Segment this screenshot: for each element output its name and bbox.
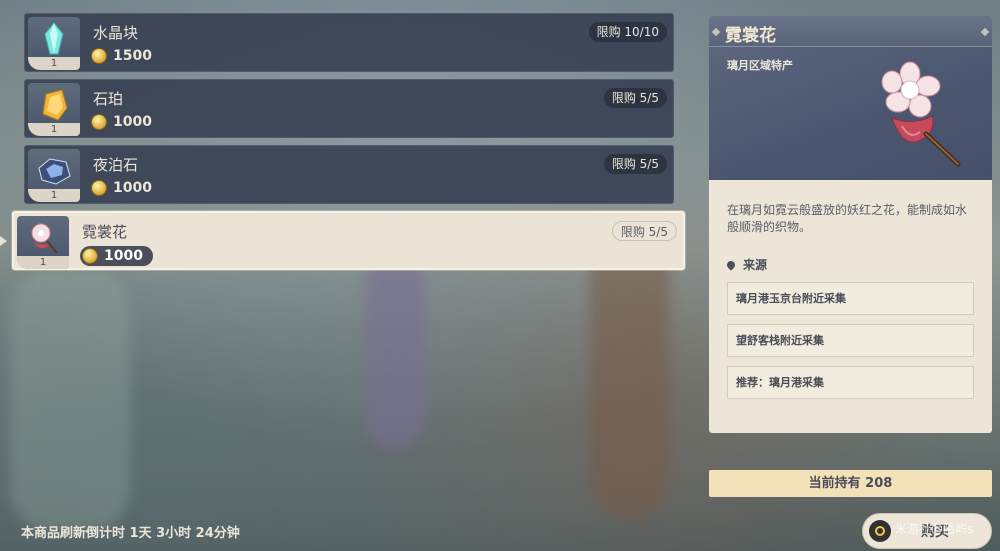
purchase-limit-badge: 限购 5/5 — [603, 88, 667, 108]
mora-coin-icon — [91, 48, 107, 64]
diamond-ornament-icon — [711, 27, 721, 37]
source-heading: 来源 — [725, 256, 974, 273]
item-name: 霓裳花 — [82, 223, 128, 241]
silk-flower-large-icon — [881, 61, 961, 167]
item-quantity: 1 — [17, 256, 69, 269]
item-thumbnail: 1 — [28, 17, 80, 70]
item-price: 1000 — [80, 246, 153, 266]
source-entry: 望舒客栈附近采集 — [727, 324, 974, 357]
item-quantity: 1 — [28, 189, 80, 202]
item-detail-panel: 霓裳花 璃月区域特产 在璃月如霓云般盛放的妖红之花，能制成如水般顺滑的织物。 来… — [709, 16, 992, 433]
item-price: 1500 — [91, 47, 152, 65]
source-list: 璃月港玉京台附近采集 望舒客栈附近采集 推荐：璃月港采集 — [727, 282, 974, 399]
detail-header: 霓裳花 璃月区域特产 — [709, 16, 992, 180]
item-name: 夜泊石 — [93, 156, 139, 174]
diamond-ornament-icon — [980, 27, 990, 37]
detail-subtitle: 璃月区域特产 — [727, 59, 793, 72]
location-pin-icon — [725, 258, 737, 271]
selection-arrow-icon — [0, 236, 7, 246]
shop-item[interactable]: 1 水晶块 1500 限购 10/10 — [24, 13, 674, 72]
crystal-chunk-icon — [44, 22, 64, 55]
price-value: 1000 — [104, 248, 143, 264]
item-name: 石珀 — [93, 90, 124, 108]
price-value: 1000 — [113, 180, 152, 196]
mora-coin-icon — [91, 114, 107, 130]
mora-coin-icon — [91, 180, 107, 196]
price-value: 1000 — [113, 114, 152, 130]
item-price: 1000 — [91, 179, 152, 197]
watermark: 米游社@陌屿s — [895, 522, 974, 536]
price-value: 1500 — [113, 48, 152, 64]
source-entry: 璃月港玉京台附近采集 — [727, 282, 974, 315]
purchase-limit-badge: 限购 10/10 — [588, 22, 667, 42]
purchase-limit-badge: 限购 5/5 — [603, 154, 667, 174]
item-quantity: 1 — [28, 57, 80, 70]
shop-item-list: 1 水晶块 1500 限购 10/10 1 石珀 1000 限购 5/5 1 夜… — [12, 13, 685, 277]
current-holding: 当前持有 208 — [709, 470, 992, 497]
detail-title-bar: 霓裳花 — [709, 16, 992, 47]
mora-coin-icon — [82, 248, 98, 264]
item-thumbnail: 1 — [28, 149, 80, 202]
item-name: 水晶块 — [93, 24, 139, 42]
shop-item[interactable]: 1 石珀 1000 限购 5/5 — [24, 79, 674, 138]
detail-body: 在璃月如霓云般盛放的妖红之花，能制成如水般顺滑的织物。 来源 璃月港玉京台附近采… — [709, 180, 992, 399]
silk-flower-icon — [31, 223, 58, 254]
amber-icon — [42, 89, 68, 121]
noctilucous-jade-icon — [38, 158, 71, 185]
purchase-limit-badge: 限购 5/5 — [611, 221, 677, 241]
item-quantity: 1 — [28, 123, 80, 136]
item-thumbnail: 1 — [17, 216, 69, 269]
refresh-countdown: 本商品刷新倒计时 1天 3小时 24分钟 — [21, 526, 240, 541]
background-figure — [365, 250, 425, 450]
background-figure — [10, 270, 130, 530]
confirm-circle-icon — [869, 520, 891, 542]
source-entry: 推荐：璃月港采集 — [727, 366, 974, 399]
shop-item[interactable]: 1 夜泊石 1000 限购 5/5 — [24, 145, 674, 204]
item-description: 在璃月如霓云般盛放的妖红之花，能制成如水般顺滑的织物。 — [727, 203, 968, 234]
item-thumbnail: 1 — [28, 83, 80, 136]
shop-item-selected[interactable]: 1 霓裳花 1000 限购 5/5 — [12, 211, 685, 270]
detail-title: 霓裳花 — [725, 26, 776, 46]
source-heading-label: 来源 — [743, 258, 768, 272]
item-price: 1000 — [91, 113, 152, 131]
